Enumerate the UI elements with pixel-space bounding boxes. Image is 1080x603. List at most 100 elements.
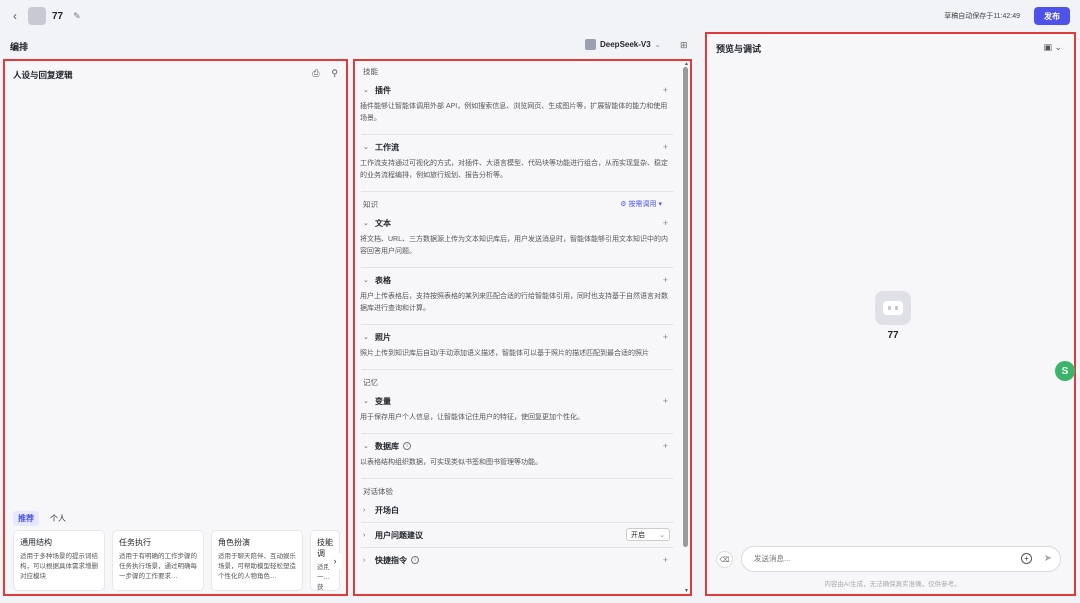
add-workflow-icon[interactable]: + (663, 142, 668, 152)
add-table-icon[interactable]: + (663, 275, 668, 285)
arrange-title: 编排 (10, 42, 29, 52)
template-card-roleplay[interactable]: 角色扮演 适用于聊天陪伴、互动娱乐场景，可帮助模型轻松塑造个性化的人物角色… (211, 530, 303, 591)
model-name: DeepSeek-V3 (600, 40, 651, 49)
scrollbar[interactable] (683, 67, 688, 547)
variable-header[interactable]: ⌄ 变量 + (355, 392, 680, 410)
scroll-down-icon[interactable]: ▼ (684, 588, 689, 594)
add-attachment-icon[interactable]: + (1021, 553, 1032, 564)
model-selector[interactable]: DeepSeek-V3 ⌄ (585, 39, 661, 50)
skills-panel: 技能 ⌄ 插件 + 插件能够让智能体调用外部 API，例如搜索信息、浏览网页、生… (353, 59, 692, 596)
table-desc: 用户上传表格后，支持按照表格的某列来匹配合适的行给智能体引用，同时也支持基于自然… (360, 293, 668, 312)
table-header[interactable]: ⌄ 表格 + (355, 271, 680, 289)
optimize-icon[interactable]: ⚲ (331, 68, 338, 79)
layout-icon[interactable]: ⊞ (680, 40, 688, 51)
database-header[interactable]: ⌄ 数据库 i + (355, 437, 680, 455)
knowledge-label-row: 知识 ⚙ 按需调用 ▾ (355, 196, 680, 214)
chevron-down-icon: ⌄ (659, 531, 665, 539)
opening-header[interactable]: › 开场白 (355, 501, 680, 519)
bot-avatar (28, 7, 46, 25)
debug-settings-icon[interactable]: ▣ ⌄ (1043, 42, 1062, 53)
photo-label: 照片 (375, 332, 391, 342)
variable-desc: 用于保存用户个人信息，让智能体记住用户的特征，使回复更加个性化。 (360, 414, 584, 421)
add-photo-icon[interactable]: + (663, 332, 668, 342)
add-text-icon[interactable]: + (663, 218, 668, 228)
persona-title: 人设与回复逻辑 (13, 70, 73, 80)
chevron-down-icon: ⌄ (363, 334, 369, 341)
model-logo-icon (585, 39, 596, 50)
add-plugin-icon[interactable]: + (663, 85, 668, 95)
recall-mode-dropdown[interactable]: ⚙ 按需调用 ▾ (620, 196, 662, 214)
publish-button[interactable]: 发布 (1034, 7, 1070, 25)
shortcut-header[interactable]: › 快捷指令 i + (355, 551, 680, 569)
template-card-general[interactable]: 通用结构 适用于多种场景的提示词结构，可以根据具体需求增删对应模块 (13, 530, 105, 591)
suggest-value: 开启 (631, 531, 645, 539)
workflow-label: 工作流 (375, 142, 399, 152)
info-icon[interactable]: i (403, 442, 411, 450)
template-icon[interactable]: ⎙ (312, 68, 319, 79)
assistant-float-icon[interactable]: S (1055, 361, 1075, 381)
chevron-right-icon: › (363, 506, 366, 514)
text-header[interactable]: ⌄ 文本 + (355, 214, 680, 232)
database-desc: 以表格结构组织数据，可实现类似书签和图书管理等功能。 (360, 459, 542, 466)
card-title: 角色扮演 (218, 538, 250, 547)
back-arrow-icon[interactable]: ‹ (8, 9, 22, 23)
skills-label: 技能 (363, 67, 378, 76)
chevron-down-icon: ⌄ (363, 87, 369, 94)
opening-label: 开场白 (375, 505, 399, 515)
plugin-header[interactable]: ⌄ 插件 + (355, 81, 680, 99)
memory-label: 记忆 (363, 378, 378, 387)
preview-title: 预览与调试 (716, 44, 762, 54)
template-card-task[interactable]: 任务执行 适用于有明确的工作步骤的任务执行场景，通过明确每一步骤的工作要求… (112, 530, 204, 591)
persona-panel: 人设与回复逻辑 ⎙ ⚲ 推荐 个人 通用结构 适用于多种场景的提示词结构，可以根… (3, 59, 348, 596)
add-variable-icon[interactable]: + (663, 396, 668, 406)
tab-recommend[interactable]: 推荐 (13, 511, 39, 526)
dialog-label: 对话体验 (363, 487, 393, 496)
cards-next-arrow-icon[interactable]: › (328, 553, 342, 569)
add-shortcut-icon[interactable]: + (663, 555, 668, 565)
workflow-desc: 工作流支持通过可视化的方式，对插件、大语言模型、代码块等功能进行组合，从而实现复… (360, 160, 668, 179)
clear-chat-icon[interactable]: ⌫ (716, 551, 733, 568)
text-label: 文本 (375, 218, 391, 228)
chevron-right-icon: › (363, 531, 366, 539)
knowledge-label: 知识 (363, 200, 378, 209)
chevron-down-icon: ⌄ (363, 443, 369, 450)
suggest-label: 用户问题建议 (375, 530, 423, 540)
photo-desc: 照片上传到知识库后自动/手动添加语义描述，智能体可以基于照片的描述匹配到最合适的… (360, 350, 649, 357)
suggest-select[interactable]: 开启 ⌄ (626, 528, 670, 541)
chevron-down-icon: ⌄ (363, 398, 369, 405)
autosave-status: 草稿自动保存于11:42:49 (944, 13, 1020, 20)
chat-input-box[interactable]: + ➤ (741, 546, 1061, 572)
recall-label: 按需调用 (628, 201, 657, 208)
preview-panel: 预览与调试 ▣ ⌄ 77 ⌫ + ➤ 内容由AI生成，无法确保真实准确，仅供参考… (705, 32, 1076, 596)
chevron-down-icon: ⌄ (363, 277, 369, 284)
card-desc: 适用于聊天陪伴、互动娱乐场景，可帮助模型轻松塑造个性化的人物角色… (218, 553, 296, 580)
card-title: 通用结构 (20, 538, 52, 547)
send-icon[interactable]: ➤ (1044, 553, 1052, 564)
chevron-down-icon: ⌄ (363, 144, 369, 151)
add-database-icon[interactable]: + (663, 441, 668, 451)
ai-disclaimer: 内容由AI生成，无法确保真实准确，仅供参考。 (824, 581, 961, 588)
info-icon[interactable]: i (411, 556, 419, 564)
plugin-label: 插件 (375, 85, 391, 95)
suggest-header[interactable]: › 用户问题建议 开启 ⌄ (355, 526, 680, 544)
chevron-down-icon: ⌄ (654, 41, 661, 49)
card-desc: 适用于多种场景的提示词结构，可以根据具体需求增删对应模块 (20, 553, 98, 580)
edit-icon[interactable]: ✎ (73, 11, 83, 21)
text-desc: 将文档、URL、三方数据源上传为文本知识库后，用户发送消息时，智能体能够引用文本… (360, 236, 669, 255)
tab-personal[interactable]: 个人 (45, 511, 71, 526)
variable-label: 变量 (375, 396, 391, 406)
card-desc: 适用于有明确的工作步骤的任务执行场景，通过明确每一步骤的工作要求… (119, 553, 197, 580)
message-input[interactable] (754, 554, 994, 563)
shortcut-label: 快捷指令 (375, 555, 407, 565)
photo-header[interactable]: ⌄ 照片 + (355, 328, 680, 346)
chevron-right-icon: › (363, 556, 366, 564)
top-bar: ‹ 77 ✎ 草稿自动保存于11:42:49 发布 (0, 0, 1080, 32)
card-title: 任务执行 (119, 538, 151, 547)
plugin-desc: 插件能够让智能体调用外部 API，例如搜索信息、浏览网页、生成图片等，扩展智能体… (360, 103, 668, 122)
chevron-down-icon: ⌄ (363, 220, 369, 227)
database-label: 数据库 (375, 441, 399, 451)
preview-bot-name: 77 (887, 330, 899, 341)
workflow-header[interactable]: ⌄ 工作流 + (355, 138, 680, 156)
bot-avatar-large (875, 291, 911, 325)
bot-name: 77 (52, 10, 64, 22)
